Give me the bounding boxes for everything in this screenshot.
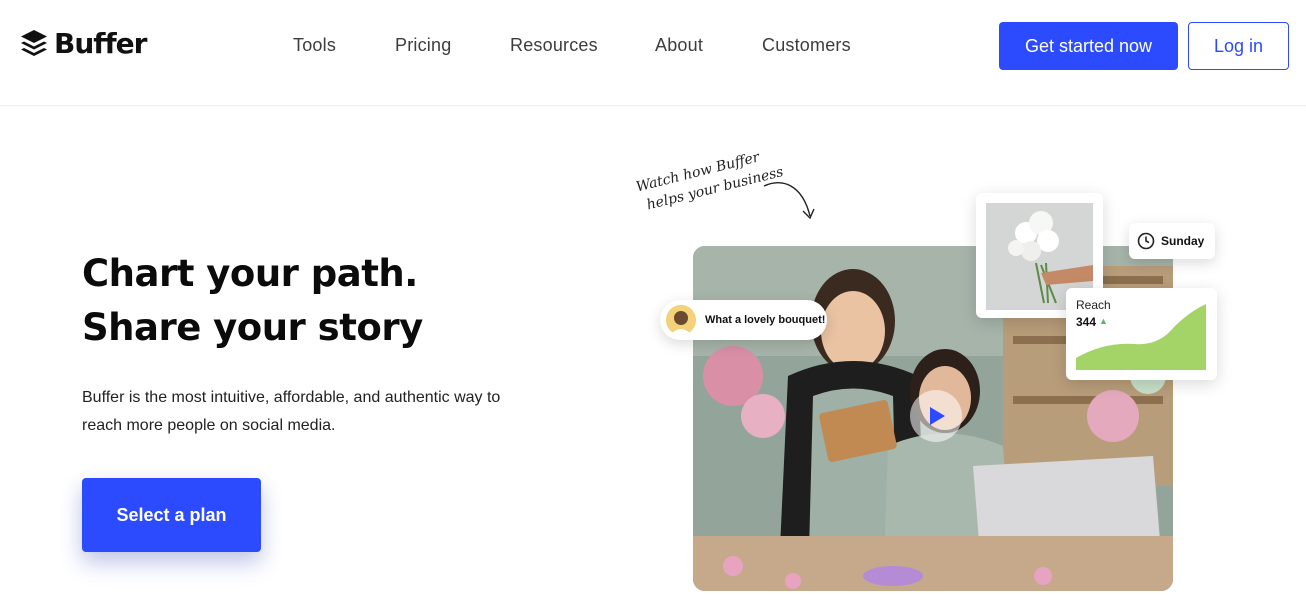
reach-card: Reach 344 ▲: [1066, 288, 1217, 380]
nav-resources[interactable]: Resources: [510, 35, 598, 56]
hero-title: Chart your path. Share your story: [82, 247, 423, 355]
up-triangle-icon: ▲: [1099, 316, 1108, 326]
play-icon: [930, 407, 945, 425]
hero-description: Buffer is the most intuitive, affordable…: [82, 389, 501, 434]
play-button[interactable]: [910, 390, 962, 442]
reach-label: Reach: [1076, 298, 1111, 312]
site-header: Buffer Tools Pricing Resources About Cus…: [0, 0, 1306, 106]
brand-name: Buffer: [54, 27, 147, 60]
nav-tools[interactable]: Tools: [293, 35, 336, 56]
nav-about[interactable]: About: [655, 35, 703, 56]
buffer-logo[interactable]: Buffer: [20, 27, 147, 60]
hero-title-line-1: Chart your path.: [82, 252, 418, 295]
schedule-day-badge: Sunday: [1129, 223, 1215, 259]
reach-area-graph: [1076, 304, 1206, 370]
schedule-day-label: Sunday: [1161, 234, 1205, 248]
clock-icon: [1137, 232, 1155, 250]
curved-arrow-icon: [763, 182, 815, 220]
buffer-stack-icon: [21, 29, 47, 56]
nav-customers[interactable]: Customers: [762, 35, 851, 56]
avatar: [666, 305, 696, 335]
select-plan-button[interactable]: Select a plan: [82, 478, 261, 552]
comment-bubble: What a lovely bouquet!: [660, 300, 827, 340]
reach-value: 344: [1076, 315, 1097, 329]
login-button[interactable]: Log in: [1188, 22, 1289, 70]
comment-text: What a lovely bouquet!: [705, 314, 826, 326]
hero-title-line-2: Share your story: [82, 306, 423, 349]
nav-pricing[interactable]: Pricing: [395, 35, 451, 56]
get-started-button[interactable]: Get started now: [999, 22, 1178, 70]
